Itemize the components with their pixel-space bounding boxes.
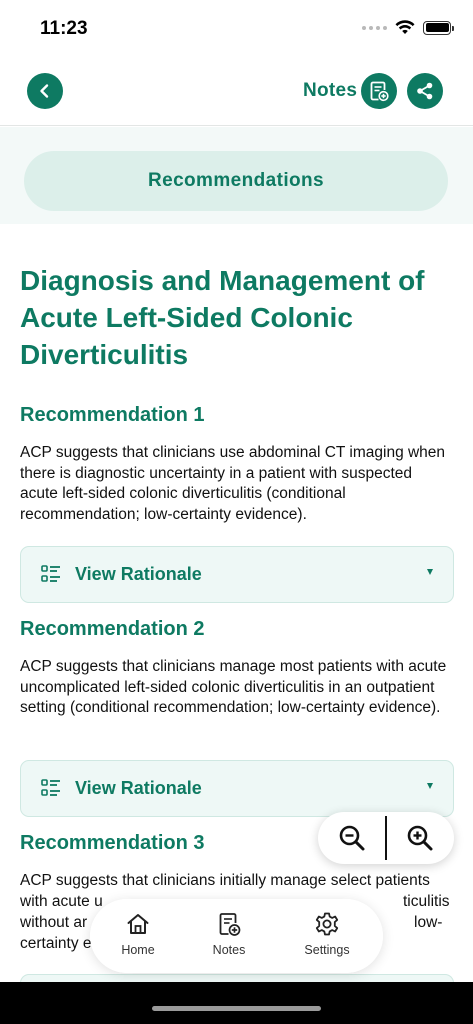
recommendation-text-line: without ar [20,914,88,931]
recommendation-heading: Recommendation 1 [20,404,205,426]
recommendation-text-line: certainty e [20,935,92,952]
home-indicator-area [0,982,473,1024]
zoom-in-button[interactable] [402,820,438,856]
recommendation-text-line: ACP suggests that clinicians initially m… [20,872,430,889]
wifi-icon [395,20,415,34]
add-note-icon [370,81,389,102]
battery-icon [423,20,454,35]
chevron-left-icon [40,84,49,98]
tab-notes[interactable]: Notes [194,911,264,957]
view-rationale-label: View Rationale [75,564,202,584]
recommendation-2: Recommendation 2 ACP suggests that clini… [20,618,454,719]
tab-notes-label: Notes [212,943,246,957]
status-bar: 11:23 [0,0,473,56]
recommendation-heading: Recommendation 2 [20,618,205,640]
view-rationale-label: View Rationale [75,778,202,798]
caret-down-icon [427,569,433,575]
tab-band: Recommendations [0,127,473,224]
cellular-signal-icon [362,25,387,30]
recommendation-text: ACP suggests that clinicians manage most… [20,658,447,717]
tab-recommendations[interactable]: Recommendations [24,151,448,211]
zoom-control [318,812,454,864]
home-indicator[interactable] [152,1006,321,1011]
status-time: 11:23 [40,18,88,39]
view-rationale-button-1[interactable]: View Rationale [20,546,454,603]
top-navigation: Notes [0,56,473,126]
page-title: Diagnosis and Management of Acute Left-S… [20,265,425,370]
recommendation-text-line: ticulitis [403,893,450,910]
caret-down-icon [427,783,433,789]
main-content: Diagnosis and Management of Acute Left-S… [20,262,454,988]
share-icon [417,82,433,100]
home-icon [127,914,149,934]
share-button[interactable] [407,73,443,109]
recommendation-1: Recommendation 1 ACP suggests that clini… [20,404,454,526]
zoom-out-icon [339,825,365,851]
status-icons [362,20,454,35]
zoom-out-button[interactable] [334,820,370,856]
zoom-divider [385,816,387,860]
tab-home-label: Home [121,943,155,957]
gear-icon [315,912,339,936]
recommendation-text-line: low- [414,914,443,931]
tab-settings-label: Settings [304,943,350,957]
list-icon [41,565,60,582]
list-icon [41,779,60,796]
notes-label[interactable]: Notes [303,80,357,102]
back-button[interactable] [27,73,63,109]
tab-home[interactable]: Home [103,911,173,957]
view-rationale-button-2[interactable]: View Rationale [20,760,454,817]
recommendation-text: ACP suggests that clinicians use abdomin… [20,444,446,524]
tab-settings[interactable]: Settings [292,911,362,957]
recommendation-text-line: with acute u [20,893,103,910]
zoom-in-icon [407,825,433,851]
bottom-tab-bar: Home Notes Settings [90,899,383,973]
notes-button[interactable] [361,73,397,109]
tab-recommendations-label: Recommendations [148,170,324,191]
add-note-icon [219,913,241,936]
